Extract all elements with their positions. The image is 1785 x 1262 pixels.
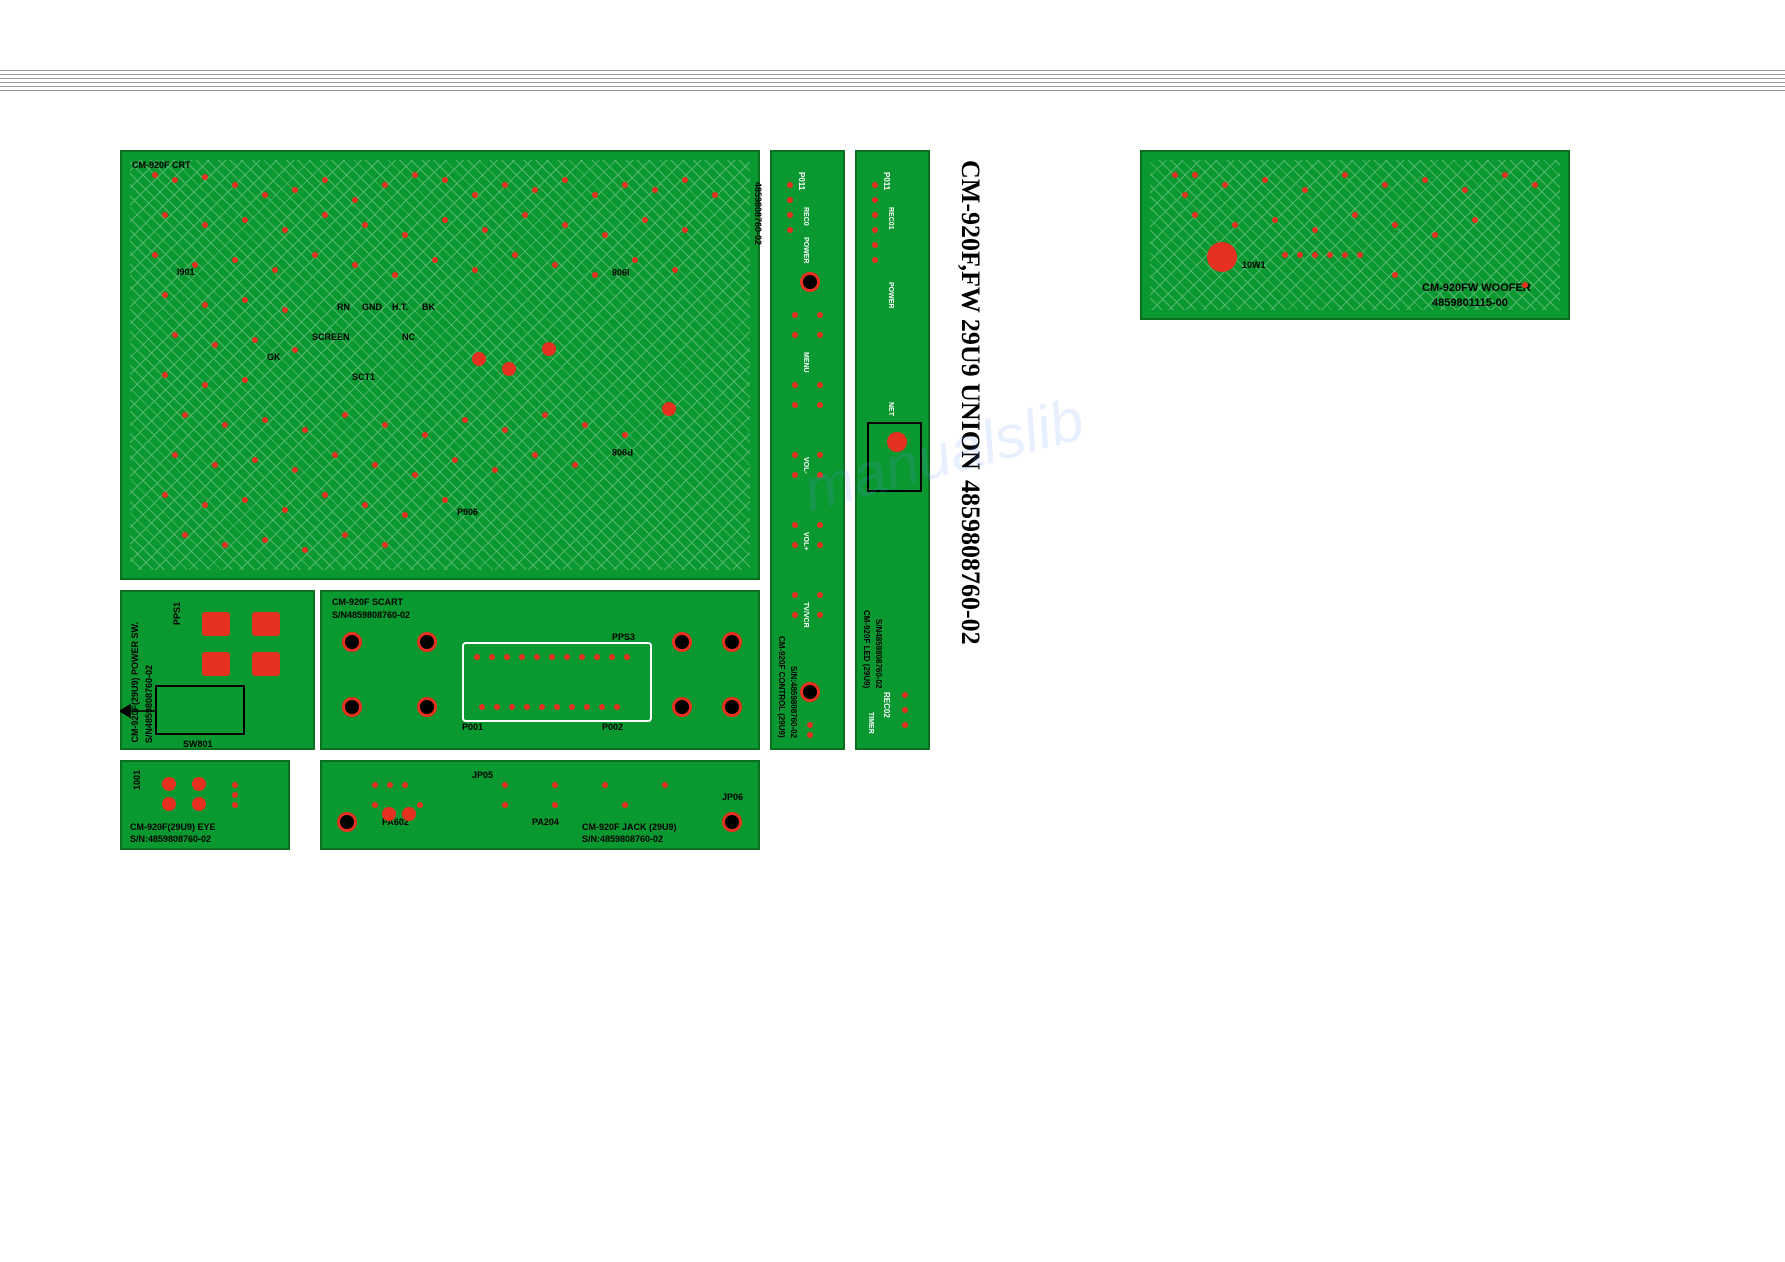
ctrl-volplus: VOL+	[802, 532, 809, 550]
pcb-control-board: CM-920F CONTROL (29U9) S/N:4859808760-02…	[770, 150, 845, 750]
control-label: CM-920F CONTROL (29U9)	[777, 636, 786, 738]
title-partno: 4859808760-02	[955, 480, 985, 645]
ref-nc: NC	[402, 332, 415, 342]
ref-bk: BK	[422, 302, 435, 312]
ref-p908: P908	[612, 447, 633, 457]
eye-sn: S/N:4859808760-02	[130, 834, 211, 844]
ref-sct1: SCT1	[352, 372, 375, 382]
title-main: CM-920F,FW 29U9 UNION	[955, 160, 985, 470]
led-label: CM-920F LED (29U9)	[862, 610, 871, 688]
pcb-woofer-board: CM-920FW WOOFER 4859801115-00 10W1	[1140, 150, 1570, 320]
ref-sw801: SW801	[183, 739, 213, 749]
led-power: POWER	[887, 282, 894, 308]
led-sn: S/N4859808760-02	[874, 619, 883, 688]
ref-pps1: PPS1	[172, 602, 182, 625]
led-net: NET	[887, 402, 894, 416]
pcb-eye-board: CM-920F(29U9) EYE S/N:4859808760-02 1001	[120, 760, 290, 850]
ref-pa01: 1001	[132, 770, 142, 790]
led-timer: TIMER	[867, 712, 874, 734]
ref-p002: P002	[602, 722, 623, 732]
switch-sw801: SW801	[155, 685, 245, 735]
ctrl-power: POWER	[802, 237, 809, 263]
ref-i908: I908	[612, 267, 630, 277]
crt-board-label: CM-920F CRT	[132, 160, 191, 170]
pcb-led-board: CM-920F LED (29U9) S/N4859808760-02 P011…	[855, 150, 930, 750]
ref-10w1: 10W1	[1242, 260, 1266, 270]
ctrl-tvvcr: TV/VCR	[802, 602, 809, 628]
ref-p906: P906	[457, 507, 478, 517]
ref-jp05: JP05	[472, 770, 493, 780]
led-rec02: REC02	[882, 692, 891, 718]
ctrl-menu: MENU	[802, 352, 809, 373]
ref-pa204: PA204	[532, 817, 559, 827]
scart-sn: S/N4859808760-02	[332, 610, 410, 620]
eye-label: CM-920F(29U9) EYE	[130, 822, 216, 832]
diagram-page: CM-920F,FW 29U9 UNION 4859808760-02 CM-9…	[120, 140, 1605, 1062]
pcb-crt-board: CM-920F CRT 4859808760-02 I901 RN GND H.…	[120, 150, 760, 580]
ref-screen: SCREEN	[312, 332, 350, 342]
ref-gk: GK	[267, 352, 281, 362]
ctrl-rec0: REC0	[802, 207, 809, 226]
ref-gnd: GND	[362, 302, 382, 312]
woofer-label: CM-920FW WOOFER	[1422, 282, 1531, 294]
pcb-scart-board: CM-920F SCART S/N4859808760-02 PPS3 P001…	[320, 590, 760, 750]
scart-label: CM-920F SCART	[332, 597, 403, 607]
jack-label: CM-920F JACK (29U9)	[582, 822, 677, 832]
pcb-jack-board: CM-920F JACK (29U9) S/N:4859808760-02 JP…	[320, 760, 760, 850]
crt-partno: 4859808760-02	[753, 182, 763, 245]
ref-ht: H.T.	[392, 302, 408, 312]
ref-p001: P001	[462, 722, 483, 732]
ref-pps3: PPS3	[612, 632, 635, 642]
woofer-partno: 4859801115-00	[1432, 297, 1508, 309]
ctrl-p011: P011	[797, 172, 806, 190]
ref-i901: I901	[177, 267, 195, 277]
led-rec01: REC01	[887, 207, 894, 230]
header-rule-lines	[0, 70, 1785, 90]
ref-rn: RN	[337, 302, 350, 312]
jack-sn: S/N:4859808760-02	[582, 834, 663, 844]
control-sn: S/N:4859808760-02	[789, 666, 798, 738]
power-label: CM-920F(29U9) POWER SW.	[130, 622, 140, 743]
led-p011: P011	[882, 172, 891, 190]
ref-jp06: JP06	[722, 792, 743, 802]
ctrl-volminus: VOL-	[802, 457, 809, 474]
